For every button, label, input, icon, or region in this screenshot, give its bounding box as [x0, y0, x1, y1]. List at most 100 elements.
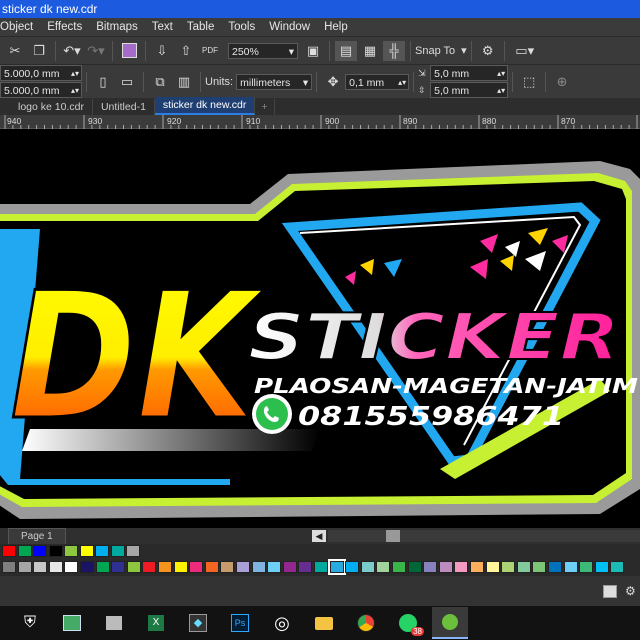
- portrait-icon[interactable]: ▯: [92, 72, 114, 92]
- new-tab-button[interactable]: +: [255, 99, 275, 115]
- palette-swatch[interactable]: [470, 561, 484, 573]
- color-palette-icon[interactable]: [603, 585, 617, 598]
- photoshop-icon[interactable]: Ps: [222, 608, 258, 638]
- palette-swatch[interactable]: [236, 561, 250, 573]
- menu-window[interactable]: Window: [269, 21, 310, 33]
- show-rulers-icon[interactable]: ▤: [335, 40, 357, 61]
- palette-swatch[interactable]: [142, 561, 157, 573]
- drawing-canvas[interactable]: DK STICKER PLAOSAN-MAGETAN-JATIM 0815559…: [0, 129, 640, 528]
- palette-swatch[interactable]: [189, 561, 204, 573]
- zoom-level-select[interactable]: 250% ▾: [228, 42, 298, 59]
- export-icon[interactable]: ⇧: [175, 41, 197, 61]
- scroll-left-icon[interactable]: ◀: [312, 530, 326, 542]
- palette-swatch[interactable]: [126, 545, 140, 557]
- height-spin-icon[interactable]: ▴▾: [71, 83, 79, 99]
- nudge-distance-field[interactable]: 0,1 mm ▴▾: [345, 73, 410, 91]
- palette-swatch[interactable]: [48, 561, 63, 573]
- coreldraw-icon[interactable]: [432, 607, 468, 639]
- menu-text[interactable]: Text: [152, 21, 173, 33]
- palette-swatch[interactable]: [407, 561, 422, 573]
- show-grid-icon[interactable]: ▦: [359, 41, 381, 61]
- menu-help[interactable]: Help: [324, 21, 348, 33]
- treat-as-filled-icon[interactable]: ⬚: [518, 72, 540, 92]
- current-page-icon[interactable]: ▥: [173, 72, 195, 92]
- palette-swatch[interactable]: [298, 561, 313, 573]
- palette-swatch[interactable]: [376, 561, 391, 573]
- width-field[interactable]: 5.000,0 mm ▴▾: [0, 65, 82, 81]
- palette-swatch[interactable]: [423, 561, 438, 573]
- menu-table[interactable]: Table: [187, 21, 215, 33]
- phone-text[interactable]: 081555986471: [298, 402, 564, 432]
- palette-swatch[interactable]: [501, 561, 516, 573]
- add-icon[interactable]: ⊕: [551, 72, 573, 92]
- menu-effects[interactable]: Effects: [47, 21, 82, 33]
- menu-tools[interactable]: Tools: [228, 21, 255, 33]
- duplicate-x-spin-icon[interactable]: ▴▾: [497, 66, 505, 82]
- palette-swatch[interactable]: [80, 561, 94, 573]
- file-app-icon[interactable]: [96, 608, 132, 638]
- palette-swatch[interactable]: [33, 561, 48, 573]
- palette-swatch[interactable]: [251, 561, 266, 573]
- palette-swatch[interactable]: [17, 561, 32, 573]
- gear-icon[interactable]: ⚙: [477, 41, 499, 61]
- palette-swatch[interactable]: [173, 561, 188, 573]
- color-settings-icon[interactable]: ⚙: [625, 584, 636, 598]
- windows-defender-icon[interactable]: ⛨: [12, 608, 48, 638]
- target-app-icon[interactable]: ◎: [264, 608, 300, 638]
- palette-swatch[interactable]: [516, 561, 531, 573]
- excel-icon[interactable]: X: [138, 608, 174, 638]
- media-app-icon[interactable]: [54, 608, 90, 638]
- palette-swatch[interactable]: [111, 561, 126, 573]
- palette-swatch[interactable]: [314, 561, 328, 573]
- tab-untitled-1[interactable]: Untitled-1: [92, 99, 155, 115]
- duplicate-x-field[interactable]: 5,0 mm ▴▾: [430, 65, 509, 82]
- duplicate-y-spin-icon[interactable]: ▴▾: [497, 83, 505, 99]
- palette-swatch[interactable]: [532, 561, 547, 573]
- publish-pdf-icon[interactable]: PDF: [199, 41, 221, 61]
- corel-connect-icon[interactable]: [118, 41, 140, 61]
- menu-bitmaps[interactable]: Bitmaps: [96, 21, 138, 33]
- full-screen-preview-icon[interactable]: ▣: [302, 41, 324, 61]
- width-spin-icon[interactable]: ▴▾: [71, 66, 79, 82]
- height-field[interactable]: 5.000,0 mm ▴▾: [0, 82, 82, 98]
- vector-app-icon[interactable]: ◆: [180, 608, 216, 638]
- palette-swatch[interactable]: [438, 561, 453, 573]
- launcher-icon[interactable]: ▭▾: [510, 41, 540, 61]
- horizontal-scrollbar[interactable]: [328, 530, 640, 542]
- tab-sticker-dk-new[interactable]: sticker dk new.cdr: [154, 97, 256, 115]
- palette-swatch[interactable]: [2, 561, 16, 573]
- sticker-artwork[interactable]: DK STICKER PLAOSAN-MAGETAN-JATIM 0815559…: [0, 129, 640, 528]
- brand-big-text[interactable]: DK: [9, 255, 267, 461]
- palette-swatch[interactable]: [64, 545, 78, 557]
- palette-swatch[interactable]: [220, 561, 235, 573]
- palette-swatch[interactable]: [594, 561, 609, 573]
- location-text[interactable]: PLAOSAN-MAGETAN-JATIM: [254, 374, 638, 398]
- menu-object[interactable]: Object: [0, 21, 33, 33]
- nudge-spin-icon[interactable]: ▴▾: [398, 75, 406, 91]
- brand-word-text[interactable]: STICKER: [247, 300, 621, 376]
- palette-swatch[interactable]: [110, 545, 125, 557]
- palette-swatch[interactable]: [204, 561, 219, 573]
- snap-to-dropdown[interactable]: Snap To ▾: [415, 44, 467, 58]
- palette-swatch[interactable]: [282, 561, 297, 573]
- palette-swatch[interactable]: [95, 561, 110, 573]
- landscape-icon[interactable]: ▭: [116, 72, 138, 92]
- units-select[interactable]: millimeters ▾: [236, 73, 313, 90]
- cut-icon[interactable]: ✂: [4, 41, 26, 61]
- palette-swatch[interactable]: [392, 561, 406, 573]
- copy-icon[interactable]: ❐: [28, 41, 50, 61]
- whatsapp-taskbar-icon[interactable]: 38: [390, 608, 426, 638]
- palette-swatch[interactable]: [17, 545, 32, 557]
- page-tab[interactable]: Page 1: [8, 528, 66, 545]
- undo-icon[interactable]: ↶▾: [61, 41, 83, 61]
- palette-swatch[interactable]: [548, 561, 562, 573]
- redo-icon[interactable]: ↷▾: [85, 41, 107, 61]
- palette-swatch[interactable]: [579, 561, 594, 573]
- import-icon[interactable]: ⇩: [151, 41, 173, 61]
- palette-swatch[interactable]: [64, 561, 79, 573]
- palette-swatch[interactable]: [327, 559, 346, 575]
- show-guidelines-icon[interactable]: ╬: [383, 40, 405, 61]
- palette-swatch[interactable]: [360, 561, 375, 573]
- chrome-icon[interactable]: [348, 608, 384, 638]
- palette-swatch[interactable]: [267, 561, 282, 573]
